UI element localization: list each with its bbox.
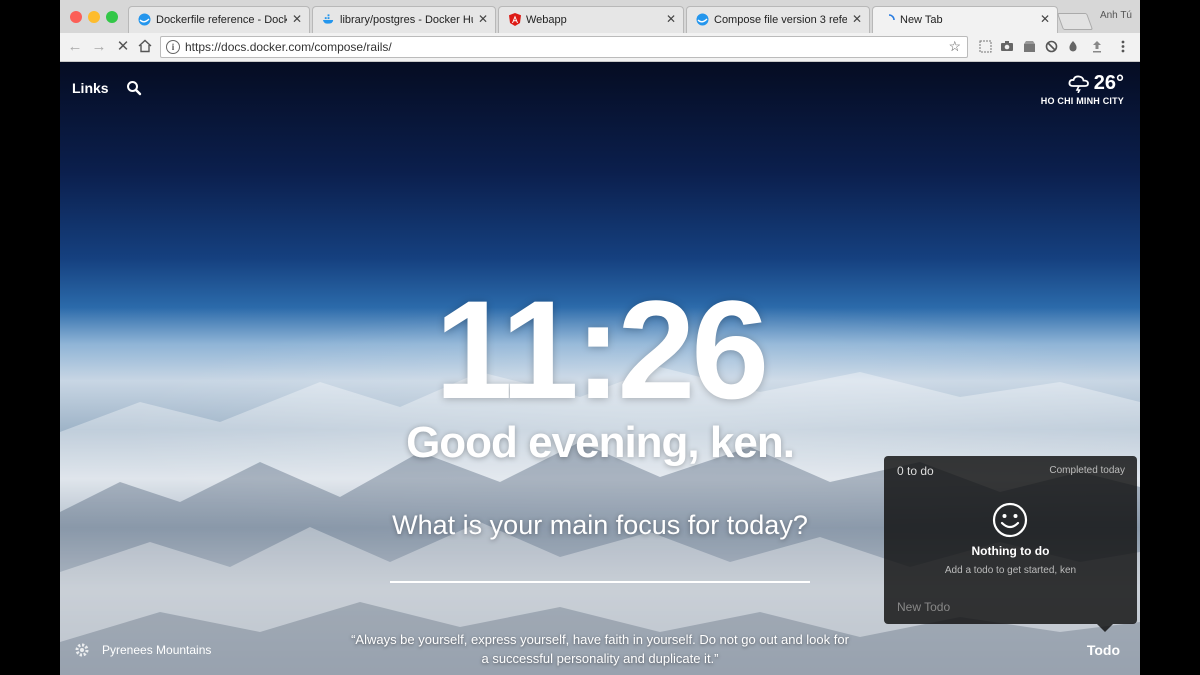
new-tab-button[interactable]	[1056, 13, 1094, 30]
home-icon	[138, 39, 152, 53]
extension-grid-icon[interactable]	[978, 39, 992, 53]
docker-icon	[696, 13, 709, 26]
temperature: 26°	[1093, 72, 1124, 94]
tab-compose-reference[interactable]: Compose file version 3 refere ✕	[686, 6, 870, 33]
arrow-left-icon: ←	[67, 37, 83, 55]
upload-icon[interactable]	[1090, 39, 1104, 53]
browser-window: Dockerfile reference - Docke ✕ library/p…	[60, 0, 1140, 675]
thunderstorm-cloud-icon	[1068, 75, 1089, 93]
flame-icon[interactable]	[1066, 39, 1080, 53]
weather-city: HO CHI MINH CITY	[1040, 96, 1124, 106]
clock: 11:26	[434, 271, 769, 428]
tab-title: library/postgres - Docker Hub	[340, 14, 473, 26]
tab-webapp[interactable]: Webapp ✕	[498, 6, 684, 33]
docker-icon	[138, 13, 151, 26]
window-minimize-button[interactable]	[88, 11, 100, 23]
smiley-icon	[992, 502, 1028, 538]
focus-input[interactable]	[390, 581, 810, 583]
home-button[interactable]	[136, 37, 154, 55]
quote-line: “Always be yourself, express yourself, h…	[351, 632, 849, 647]
settings-gear-icon[interactable]	[74, 642, 90, 658]
stop-button[interactable]: ✕	[114, 37, 132, 55]
quote: “Always be yourself, express yourself, h…	[320, 630, 880, 668]
bookmark-star-icon[interactable]: ☆	[948, 38, 961, 55]
tab-close-icon[interactable]: ✕	[478, 12, 488, 26]
profile-name[interactable]: Anh Tú	[1100, 10, 1132, 21]
info-icon[interactable]: i	[166, 40, 180, 54]
tab-close-icon[interactable]: ✕	[666, 12, 676, 26]
links-button[interactable]: Links	[72, 80, 109, 96]
completed-today-link[interactable]: Completed today	[1049, 465, 1125, 476]
todo-panel: 0 to do Completed today Nothing to do Ad…	[884, 456, 1137, 632]
tab-strip: Dockerfile reference - Docke ✕ library/p…	[60, 0, 1140, 34]
store-icon[interactable]	[1022, 39, 1036, 53]
back-button[interactable]: ←	[66, 37, 84, 55]
loading-spinner-icon	[882, 13, 895, 26]
todo-count[interactable]: 0 to do	[897, 464, 934, 478]
tab-dockerfile-reference[interactable]: Dockerfile reference - Docke ✕	[128, 6, 310, 33]
new-todo-input[interactable]: New Todo	[897, 600, 950, 614]
tab-close-icon[interactable]: ✕	[1040, 12, 1050, 26]
weather-widget[interactable]: 26° HO CHI MINH CITY	[1041, 72, 1124, 106]
docker-whale-icon	[322, 13, 335, 26]
tab-close-icon[interactable]: ✕	[292, 12, 302, 26]
quote-line: a successful personality and duplicate i…	[481, 651, 719, 666]
tab-new-tab[interactable]: New Tab ✕	[872, 6, 1058, 34]
arrow-right-icon: →	[91, 37, 107, 55]
stop-x-icon: ✕	[116, 38, 130, 55]
tab-title: Webapp	[526, 14, 567, 26]
new-tab-page: Links 26° HO CHI MINH CITY 11:26 Good ev…	[60, 62, 1140, 675]
tab-title: Compose file version 3 refere	[714, 14, 847, 26]
tab-title: Dockerfile reference - Docke	[156, 14, 287, 26]
menu-kebab-icon[interactable]	[1116, 39, 1130, 53]
url-text[interactable]: https://docs.docker.com/compose/rails/	[185, 40, 392, 54]
tab-close-icon[interactable]: ✕	[852, 12, 862, 26]
tab-title: New Tab	[900, 14, 943, 26]
forward-button[interactable]: →	[90, 37, 108, 55]
todo-button[interactable]: Todo	[1087, 642, 1120, 658]
empty-state-subtitle: Add a todo to get started, ken	[944, 565, 1077, 576]
address-bar[interactable]: i https://docs.docker.com/compose/rails/…	[160, 36, 968, 58]
sync-icon[interactable]	[1044, 39, 1058, 53]
window-close-button[interactable]	[70, 11, 82, 23]
camera-icon[interactable]	[1000, 39, 1014, 53]
angular-icon	[508, 13, 521, 26]
browser-toolbar: ← → ✕ i https://docs.docker.com/compose/…	[60, 33, 1140, 62]
search-icon[interactable]	[126, 80, 142, 96]
empty-state-title: Nothing to do	[971, 544, 1050, 558]
window-maximize-button[interactable]	[106, 11, 118, 23]
tab-postgres[interactable]: library/postgres - Docker Hub ✕	[312, 6, 496, 33]
background-location[interactable]: Pyrenees Mountains	[102, 643, 211, 657]
